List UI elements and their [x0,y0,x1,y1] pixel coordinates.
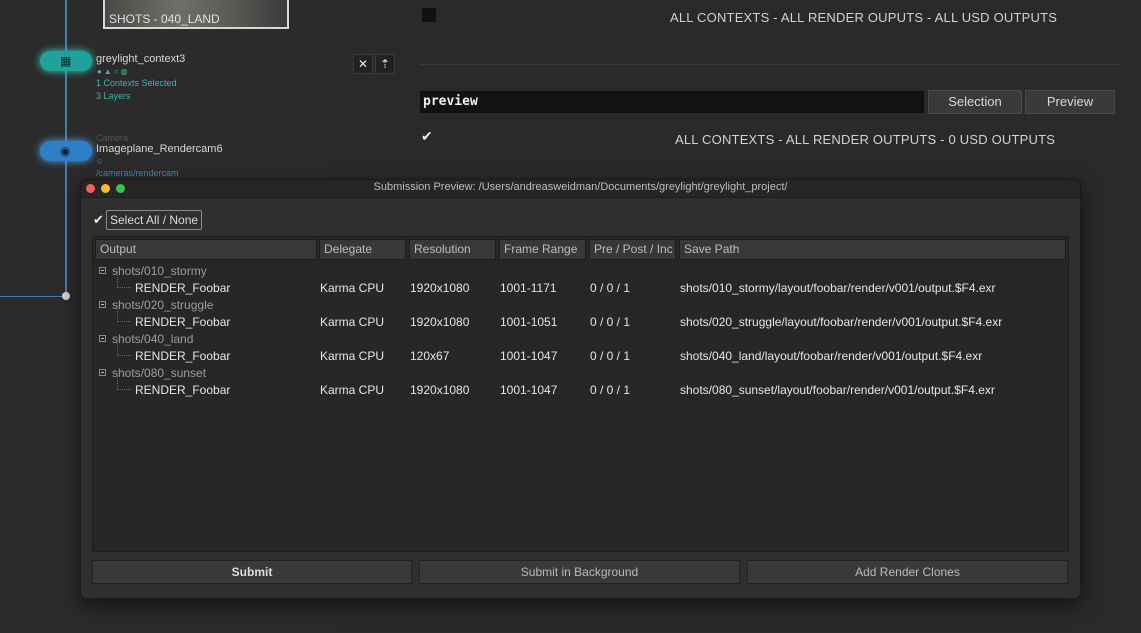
output-name: RENDER_Foobar [135,315,231,329]
tree-branch [117,373,131,390]
collapse-icon[interactable] [99,369,106,376]
save-path-cell: shots/020_struggle/layout/foobar/render/… [680,315,1003,329]
column-header-delegate[interactable]: Delegate [319,239,406,260]
pre-post-inc-cell: 0 / 0 / 1 [590,281,631,295]
output-name: RENDER_Foobar [135,383,231,397]
outputs-tree[interactable]: Output Delegate Resolution Frame Range P… [92,236,1069,552]
tree-branch [117,271,131,288]
shot-thumbnail: SHOTS - 040_LAND [103,0,289,29]
resolution-cell: 1920x1080 [410,315,470,329]
camera-icon: ◉ [60,144,71,158]
save-path-cell: shots/080_sunset/layout/foobar/render/v0… [680,383,995,397]
context-node[interactable]: ▦ [40,51,92,71]
submission-preview-window: Submission Preview: /Users/andreasweidma… [80,179,1081,599]
collapse-icon[interactable] [99,335,106,342]
column-header-save-path[interactable]: Save Path [679,239,1066,260]
frame-range-cell: 1001-1051 [500,315,558,329]
tree-branch [117,339,131,356]
thumbnail-label: SHOTS - 040_LAND [109,12,220,26]
pre-post-inc-cell: 0 / 0 / 1 [590,383,631,397]
checkmark-icon: ✔ [93,212,104,227]
group-row[interactable]: shots/020_struggle [93,297,1068,314]
node-wire [65,71,67,141]
wire-connection-dot[interactable] [62,292,70,300]
move-up-button[interactable]: ⇡ [375,54,395,74]
checkmark-icon[interactable]: ✔ [421,128,433,145]
context-node-layers: 3 Layers [96,91,131,101]
filter-input[interactable]: preview [420,91,924,113]
pre-post-inc-cell: 0 / 0 / 1 [590,315,631,329]
divider [420,64,1121,65]
delegate-cell: Karma CPU [320,349,385,363]
window-titlebar[interactable]: Submission Preview: /Users/andreasweidma… [81,180,1080,198]
tree-branch [117,305,131,322]
column-header-pre-post-inc[interactable]: Pre / Post / Inc [589,239,676,260]
frame-range-cell: 1001-1047 [500,349,558,363]
preview-button[interactable]: Preview [1025,90,1115,114]
table-row[interactable]: RENDER_Foobar Karma CPU 1920x1080 1001-1… [93,271,1068,297]
table-row[interactable]: RENDER_Foobar Karma CPU 1920x1080 1001-1… [93,373,1068,399]
frame-range-cell: 1001-1171 [500,281,557,295]
column-header-resolution[interactable]: Resolution [409,239,496,260]
node-flags-icon: ●▲○◍ [97,67,130,76]
output-name: RENDER_Foobar [135,349,231,363]
close-button[interactable]: ✕ [353,54,373,74]
camera-node[interactable]: ◉ [40,141,92,161]
group-row[interactable]: shots/010_stormy [93,263,1068,280]
context-node-name: greylight_context3 [96,53,186,65]
camera-node-type: Camera [96,133,129,143]
grid-icon: ▦ [60,54,72,68]
column-header-output[interactable]: Output [95,239,317,260]
output-name: RENDER_Foobar [135,281,231,295]
camera-node-name: Imageplane_Rendercam6 [96,143,223,155]
camera-flag-icon: ○ [97,156,103,166]
add-render-clones-button[interactable]: Add Render Clones [747,560,1068,584]
node-wire [65,161,67,296]
delegate-cell: Karma CPU [320,281,385,295]
submit-button[interactable]: Submit [92,560,412,584]
context-node-selection: 1 Contexts Selected [96,78,177,88]
window-title: Submission Preview: /Users/andreasweidma… [373,181,788,193]
frame-range-cell: 1001-1047 [500,383,558,397]
column-header-frame-range[interactable]: Frame Range [499,239,586,260]
save-path-cell: shots/010_stormy/layout/foobar/render/v0… [680,281,996,295]
collapse-icon[interactable] [99,301,106,308]
save-path-cell: shots/040_land/layout/foobar/render/v001… [680,349,983,363]
resolution-cell: 1920x1080 [410,281,470,295]
node-wire [65,0,67,51]
resolution-cell: 120x67 [410,349,450,363]
resolution-cell: 1920x1080 [410,383,470,397]
table-row[interactable]: RENDER_Foobar Karma CPU 1920x1080 1001-1… [93,305,1068,331]
pre-post-inc-cell: 0 / 0 / 1 [590,349,631,363]
camera-node-path: /cameras/rendercam [96,168,179,178]
delegate-cell: Karma CPU [320,315,385,329]
delegate-cell: Karma CPU [320,383,385,397]
node-wire [0,296,66,297]
context-summary-bottom: ALL CONTEXTS - ALL RENDER OUTPUTS - 0 US… [675,132,1056,147]
enable-checkbox[interactable] [422,8,436,22]
selection-button[interactable]: Selection [928,90,1022,114]
group-row[interactable]: shots/080_sunset [93,365,1068,382]
collapse-icon[interactable] [99,267,106,274]
submit-in-background-button[interactable]: Submit in Background [419,560,740,584]
table-row[interactable]: RENDER_Foobar Karma CPU 120x67 1001-1047… [93,339,1068,365]
select-all-button[interactable]: Select All / None [106,210,203,230]
context-summary-top: ALL CONTEXTS - ALL RENDER OUPUTS - ALL U… [670,10,1058,25]
group-row[interactable]: shots/040_land [93,331,1068,348]
